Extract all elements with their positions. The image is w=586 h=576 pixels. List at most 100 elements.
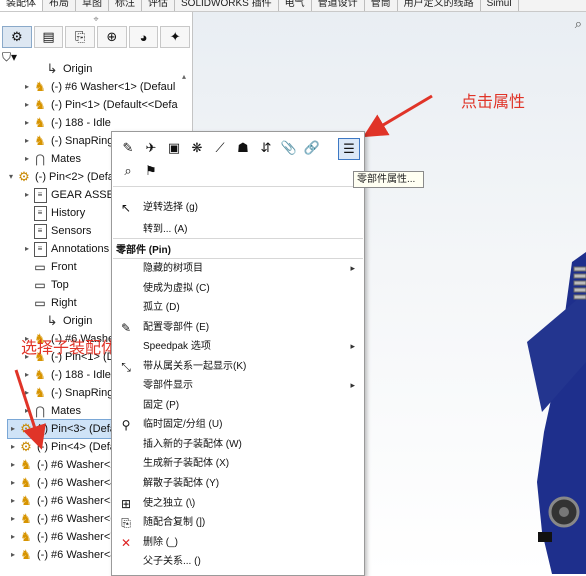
expand-arrow-icon[interactable]: ▸ [22, 150, 32, 168]
menu-item[interactable]: ⎘ 随配合复制 (]) [113, 513, 363, 532]
configuration-icon[interactable]: ⎘ [65, 26, 96, 48]
tree-item[interactable]: ▸ ≡ Annotations [22, 240, 109, 258]
tree-item[interactable]: ▭ Top [22, 276, 68, 294]
tree-item[interactable]: ▸ ⋂ Mates [22, 402, 81, 420]
expand-arrow-icon[interactable]: ▸ [8, 528, 18, 546]
assembly-icon[interactable]: ⚑ [141, 161, 161, 181]
expand-arrow-icon[interactable]: ▸ [22, 366, 32, 384]
expand-arrow-icon[interactable]: ▸ [8, 510, 18, 528]
tree-item[interactable]: ▸ ≡ GEAR ASSEM [22, 186, 123, 204]
zoom-to-selection-icon[interactable]: ⌕ [118, 161, 138, 181]
menu-item[interactable]: ↖ 逆转选择 (g) [113, 198, 363, 217]
menu-item[interactable]: 解散子装配体 (Y) [113, 474, 363, 493]
expand-arrow-icon[interactable]: ▸ [22, 240, 32, 258]
menu-item[interactable]: 转到... (A) [113, 220, 363, 239]
tree-item[interactable]: ▸ ♞ (-) 188 - Idle [22, 366, 111, 384]
submenu-arrow-icon: ▸ [350, 380, 355, 390]
tree-item[interactable]: ↳ Origin [34, 312, 93, 330]
tab-9[interactable]: 用户定义的线路 [398, 0, 481, 11]
collapse-arrow-icon[interactable]: ▾ [6, 168, 16, 186]
tree-item[interactable]: ↳ Origin [34, 60, 93, 78]
expand-arrow-icon[interactable]: ▸ [8, 456, 18, 474]
expand-arrow-icon[interactable]: ▸ [8, 492, 18, 510]
expand-arrow-icon[interactable]: ▸ [22, 96, 32, 114]
expand-arrow-icon[interactable]: ▸ [22, 186, 32, 204]
menu-item[interactable]: 插入新的子装配体 (W) [113, 435, 363, 454]
tab-4[interactable]: 评估 [142, 0, 175, 11]
tree-item[interactable]: ≡ History [22, 204, 85, 222]
menu-item[interactable]: ⚲ 临时固定/分组 (U) [113, 415, 363, 434]
tree-item[interactable]: ▸ ♞ (-) #6 Washer<4 [8, 474, 116, 492]
tree-item[interactable]: ▸ ♞ (-) #6 Washer<5 [8, 492, 116, 510]
expand-arrow-icon[interactable]: ▸ [8, 438, 18, 456]
expand-arrow-icon[interactable]: ▸ [8, 420, 18, 438]
hide-show-icon[interactable]: ✈ [141, 138, 161, 158]
part-icon: ♞ [34, 115, 46, 130]
tab-1[interactable]: 布局 [43, 0, 76, 11]
tab-2[interactable]: 草图 [76, 0, 109, 11]
tree-item[interactable]: ▸ ♞ (-) SnapRing [22, 384, 113, 402]
expand-arrow-icon[interactable]: ▸ [8, 474, 18, 492]
expand-arrow-icon[interactable]: ▸ [22, 132, 32, 150]
menu-item[interactable]: 父子关系... () [113, 552, 363, 571]
tab-10[interactable]: Simul [481, 0, 519, 11]
rollback-icon[interactable]: ⇵ [256, 138, 276, 158]
tree-item-label: (-) #6 Washer<6 [37, 513, 117, 525]
tab-6[interactable]: 电气 [279, 0, 312, 11]
tab-5[interactable]: SOLIDWORKS 插件 [175, 0, 279, 11]
tree-item[interactable]: ▸ ♞ (-) #6 Washer<2 [8, 456, 116, 474]
tree-item[interactable]: ▸ ♞ (-) #6 Washer<1> (Defaul [22, 78, 175, 96]
expand-arrow-icon[interactable]: ▸ [22, 78, 32, 96]
suppress-icon[interactable]: ⟋ [210, 138, 230, 158]
panel-collapse-handle[interactable]: ⌖ [0, 12, 192, 26]
tree-item[interactable]: ▸ ♞ (-) SnapRing [22, 132, 113, 150]
component-properties-icon[interactable]: ☰ [338, 138, 360, 160]
menu-item[interactable]: Speedpak 选项 ▸ [113, 337, 363, 356]
tree-item[interactable]: ▸ ♞ (-) Pin<1> (Default<<Defa [22, 96, 178, 114]
tree-item[interactable]: ≡ Sensors [22, 222, 91, 240]
tab-3[interactable]: 标注 [109, 0, 142, 11]
tree-item[interactable]: ▸ ⋂ Mates [22, 150, 81, 168]
paperclip-dim-icon[interactable]: 🔗 [302, 138, 322, 158]
tree-item-label: Mates [51, 405, 81, 417]
tree-item[interactable]: ▸ ♞ (-) 188 - Idle [22, 114, 111, 132]
menu-item-label: 删除 (_) [143, 537, 178, 548]
menu-item[interactable]: 零部件显示 ▸ [113, 376, 363, 395]
transparency-icon[interactable]: ☗ [233, 138, 253, 158]
menu-item[interactable]: 孤立 (D) [113, 298, 363, 317]
tree-item[interactable]: ▸ ♞ (-) #6 Washer<8 [8, 546, 116, 564]
menu-item-label: 零部件显示 [143, 380, 193, 391]
tab-0[interactable]: 装配体 [0, 0, 43, 11]
tree-item[interactable]: ▭ Right [22, 294, 76, 312]
appearance-icon[interactable]: ❋ [187, 138, 207, 158]
menu-item[interactable]: 使成为虚拟 (C) [113, 279, 363, 298]
menu-item[interactable]: ⤡ 带从属关系一起显示(K) [113, 357, 363, 376]
open-assembly-icon[interactable]: ▣ [164, 138, 184, 158]
paperclip-icon[interactable]: 📎 [279, 138, 299, 158]
appearance-icon[interactable]: ◕ [128, 26, 159, 48]
expand-arrow-icon[interactable]: ▸ [8, 546, 18, 564]
tab-8[interactable]: 管筒 [365, 0, 398, 11]
tree-item[interactable]: ▸ ♞ (-) #6 Washer<7 [8, 528, 116, 546]
tab-7[interactable]: 管道设计 [312, 0, 365, 11]
menu-item[interactable]: 隐藏的树项目 ▸ [113, 259, 363, 278]
tree-item-label: Sensors [51, 225, 92, 237]
expand-arrow-icon[interactable]: ▸ [22, 114, 32, 132]
assembly-tree-icon[interactable]: ⚙ [2, 26, 32, 48]
property-manager-icon[interactable]: ▤ [33, 26, 64, 48]
expand-arrow-icon[interactable]: ▸ [22, 384, 32, 402]
menu-item[interactable]: ⊞ 使之独立 (\) [113, 494, 363, 513]
menu-item[interactable]: ✕ 删除 (_) [113, 533, 363, 552]
menu-item[interactable]: 固定 (P) [113, 396, 363, 415]
tree-item[interactable]: ▸ ⚙ (-) Pin<4> (Defa [8, 438, 116, 456]
display-icon[interactable]: ✦ [160, 26, 191, 48]
menu-item[interactable]: 生成新子装配体 (X) [113, 454, 363, 473]
expand-arrow-icon[interactable]: ▸ [22, 402, 32, 420]
edit-component-icon[interactable]: ✎ [118, 138, 138, 158]
scroll-up-arrow[interactable]: ▴ [178, 72, 190, 94]
filter-icon[interactable]: ⛉▾ [0, 48, 192, 66]
tree-item[interactable]: ▭ Front [22, 258, 76, 276]
menu-item[interactable]: ✎ 配置零部件 (E) [113, 318, 363, 337]
crosshair-icon[interactable]: ⊕ [97, 26, 127, 48]
tree-item[interactable]: ▸ ♞ (-) #6 Washer<6 [8, 510, 116, 528]
